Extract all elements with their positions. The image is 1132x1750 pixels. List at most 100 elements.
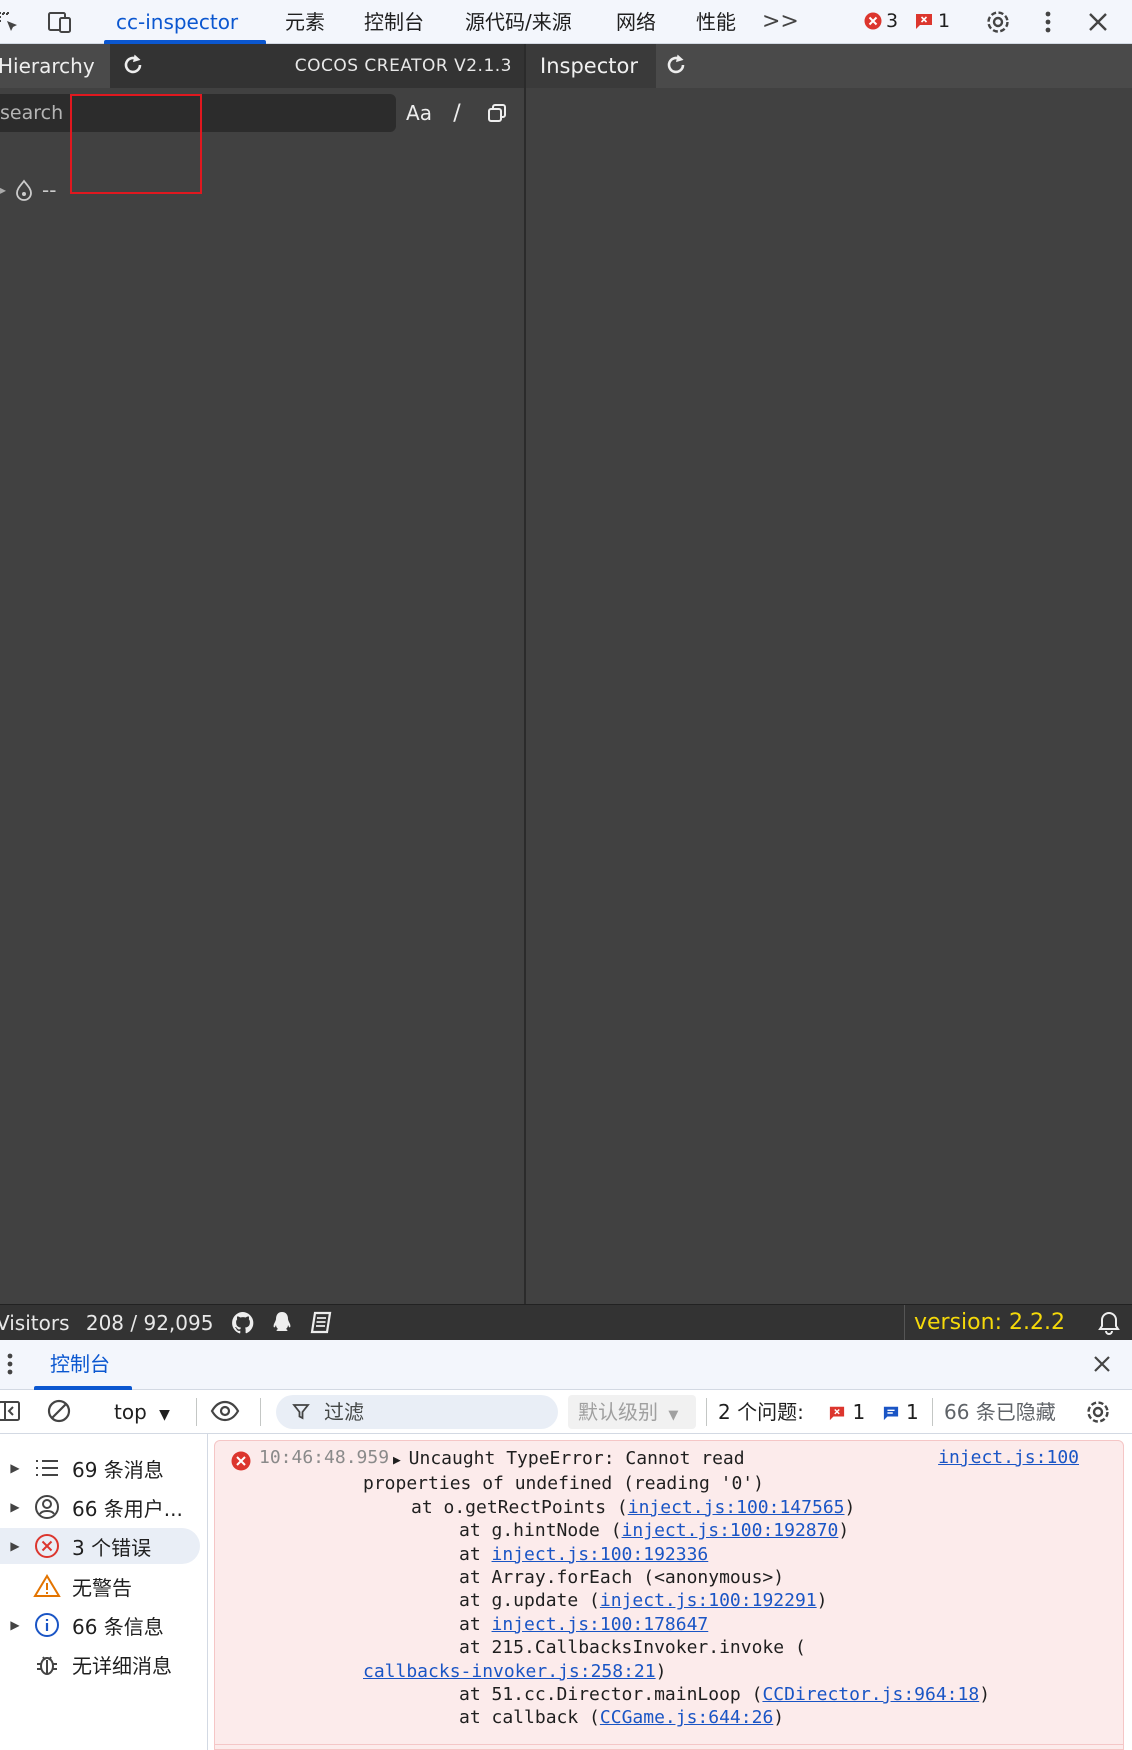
sidebar-item-warnings[interactable]: 无警告 xyxy=(0,1568,200,1604)
log-line: ) xyxy=(844,1496,856,1518)
sidebar-item-label: 3 个错误 xyxy=(72,1535,152,1560)
filter-input[interactable] xyxy=(324,1395,544,1429)
visitors-label: Visitors xyxy=(0,1311,70,1335)
log-line: Uncaught TypeError: Cannot read xyxy=(408,1448,745,1469)
toolbar-divider xyxy=(932,1398,933,1426)
inspector-body xyxy=(526,88,1132,1304)
log-line: ) xyxy=(773,1707,785,1729)
sidebar-item-messages[interactable]: ▶ 69 条消息 xyxy=(0,1450,200,1486)
context-selector[interactable]: top ▼ xyxy=(114,1390,170,1437)
tab-performance[interactable]: 性能 xyxy=(696,0,736,44)
sidebar-item-errors[interactable]: ▶ 3 个错误 xyxy=(0,1528,200,1564)
docs-book-icon[interactable] xyxy=(308,1310,334,1336)
toolbar-divider xyxy=(196,1398,197,1426)
issues-info-count: 1 xyxy=(906,1400,919,1424)
stack-link[interactable]: inject.js:100:178647 xyxy=(492,1614,709,1635)
tree-expand-arrow-icon[interactable]: ▸ xyxy=(0,183,6,197)
stack-link[interactable]: CCDirector.js:964:18 xyxy=(762,1684,979,1705)
notification-bell-icon[interactable] xyxy=(1096,1310,1122,1336)
github-icon[interactable] xyxy=(230,1310,256,1336)
tab-sources[interactable]: 源代码/来源 xyxy=(465,0,572,44)
hierarchy-header: Hierarchy COCOS CREATOR V2.1.3 xyxy=(0,44,524,88)
log-line: at xyxy=(459,1543,492,1565)
refresh-hierarchy-icon[interactable] xyxy=(120,52,148,80)
panel-footer: Visitors 208 / 92,095 version: 2.2.2 xyxy=(0,1304,1132,1341)
filter-funnel-icon xyxy=(292,1404,310,1420)
hierarchy-tab[interactable]: Hierarchy xyxy=(0,44,110,88)
expand-arrow-icon[interactable]: ▶ xyxy=(0,1618,30,1632)
log-level-select[interactable]: 默认级别 ▼ xyxy=(568,1395,696,1429)
console-settings-gear-icon[interactable] xyxy=(1084,1398,1112,1426)
issue-info-flag-icon xyxy=(883,1406,898,1421)
log-line: at 215.CallbacksInvoker.invoke ( xyxy=(459,1637,806,1659)
devtools-toolbar: cc-inspector 元素 控制台 源代码/来源 网络 性能 >> 3 1 xyxy=(0,0,1132,44)
tab-elements[interactable]: 元素 xyxy=(285,0,325,44)
hidden-messages-count: 66 条已隐藏 xyxy=(944,1400,1056,1424)
expand-triangle-icon[interactable]: ▶ xyxy=(393,1453,409,1468)
live-expression-eye-icon[interactable] xyxy=(210,1398,240,1426)
error-circle-icon xyxy=(30,1532,64,1560)
scene-node-icon xyxy=(16,179,32,201)
error-icon xyxy=(864,12,882,30)
log-line: at o.getRectPoints ( xyxy=(411,1496,628,1518)
refresh-inspector-icon[interactable] xyxy=(663,52,691,80)
expand-arrow-icon[interactable]: ▶ xyxy=(0,1461,30,1475)
stack-link[interactable]: inject.js:100:192336 xyxy=(492,1544,709,1565)
list-icon xyxy=(30,1454,64,1482)
stack-link[interactable]: callbacks-invoker.js:258:21 xyxy=(363,1661,656,1682)
tree-root-node[interactable]: ▸ -- xyxy=(0,176,56,204)
settings-gear-icon[interactable] xyxy=(984,8,1012,36)
expand-arrow-icon[interactable]: ▶ xyxy=(0,1500,30,1514)
regex-icon[interactable]: / xyxy=(442,98,472,128)
log-line: at g.hintNode ( xyxy=(459,1520,622,1542)
console-toolbar: top ▼ 默认级别 ▼ 2 个问题: 1 1 66 条已隐藏 xyxy=(0,1390,1132,1434)
sidebar-item-verbose[interactable]: 无详细消息 xyxy=(0,1646,200,1682)
issues-summary[interactable]: 2 个问题: 1 1 xyxy=(718,1390,919,1434)
log-line: ) xyxy=(655,1660,667,1682)
log-line: ) xyxy=(838,1520,850,1542)
more-options-icon[interactable] xyxy=(1034,8,1062,36)
inspect-element-icon[interactable] xyxy=(0,8,22,36)
expand-arrow-icon[interactable]: ▶ xyxy=(0,1539,30,1553)
tab-console[interactable]: 控制台 xyxy=(364,0,424,44)
copy-icon[interactable] xyxy=(482,98,512,128)
more-tabs-chevron-icon[interactable]: >> xyxy=(762,0,799,44)
close-devtools-icon[interactable] xyxy=(1084,8,1112,36)
stack-link[interactable]: inject.js:100:192870 xyxy=(622,1520,839,1541)
match-case-icon[interactable]: Aa xyxy=(404,98,434,128)
log-line: ) xyxy=(816,1590,828,1612)
device-toolbar-icon[interactable] xyxy=(46,8,74,36)
tree-root-label: -- xyxy=(42,178,57,202)
info-circle-icon xyxy=(30,1611,64,1639)
log-line: at xyxy=(459,1613,492,1635)
sidebar-item-label: 66 条信息 xyxy=(72,1614,164,1639)
qq-icon[interactable] xyxy=(270,1310,296,1336)
sidebar-item-info[interactable]: ▶ 66 条信息 xyxy=(0,1607,200,1643)
dropdown-arrow-icon: ▼ xyxy=(159,1407,170,1423)
stack-link[interactable]: CCGame.js:644:26 xyxy=(600,1707,773,1728)
error-icon xyxy=(231,1451,251,1471)
issue-error-flag-icon xyxy=(830,1406,845,1421)
drawer-tab-console[interactable]: 控制台 xyxy=(50,1340,110,1388)
sidebar-item-user-messages[interactable]: ▶ 66 条用户... xyxy=(0,1489,200,1525)
close-drawer-icon[interactable] xyxy=(1092,1354,1112,1378)
tab-network[interactable]: 网络 xyxy=(616,0,656,44)
log-stack-trace: ▶ Uncaught TypeError: Cannot read propert… xyxy=(363,1447,1111,1730)
next-console-message[interactable] xyxy=(214,1744,1124,1750)
clear-console-icon[interactable] xyxy=(46,1398,74,1426)
tab-cc-inspector[interactable]: cc-inspector xyxy=(116,0,238,44)
extension-version: version: 2.2.2 xyxy=(914,1310,1065,1335)
sidebar-item-label: 无详细消息 xyxy=(72,1653,172,1678)
toggle-sidebar-icon[interactable] xyxy=(0,1398,24,1426)
stack-link[interactable]: inject.js:100:147565 xyxy=(628,1497,845,1518)
console-error-message[interactable]: 10:46:48.959 inject.js:100 ▶ Uncaught Ty… xyxy=(214,1440,1124,1750)
hierarchy-body: Aa / ▸ -- xyxy=(0,88,524,1304)
issues-label: 2 个问题: xyxy=(718,1400,804,1424)
errors-badge[interactable]: 3 xyxy=(864,10,898,32)
inspector-header: Inspector xyxy=(526,44,1132,88)
stack-link[interactable]: inject.js:100:192291 xyxy=(600,1590,817,1611)
issues-badge[interactable]: 1 xyxy=(914,10,950,32)
inspector-tab[interactable]: Inspector xyxy=(526,44,656,88)
filter-box[interactable] xyxy=(276,1395,558,1429)
drawer-menu-icon[interactable] xyxy=(6,1352,14,1380)
